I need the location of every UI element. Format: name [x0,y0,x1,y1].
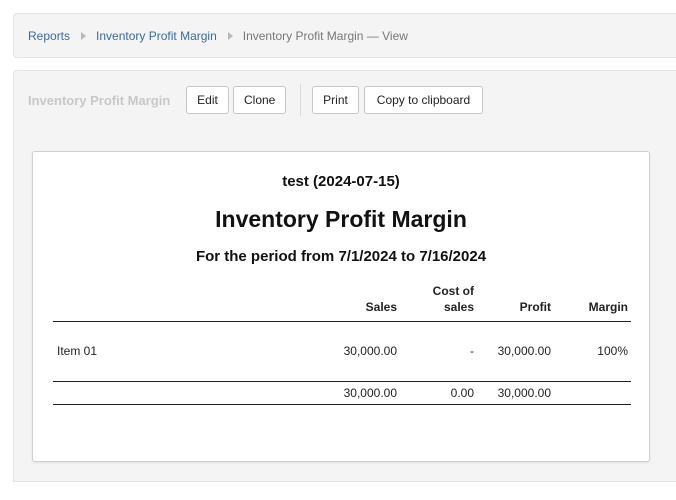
item-margin: 100% [597,344,628,358]
column-header-sales: Sales [365,300,397,314]
report-table: Sales Cost of sales Profit Margin Item 0… [53,282,631,405]
breadcrumb-separator-icon [227,31,233,40]
totals-row: 30,000.00 0.00 30,000.00 [53,382,631,405]
toolbar-divider [300,84,301,116]
total-sales: 30,000.00 [343,386,397,400]
column-header-cost-of-sales: Cost of sales [433,283,474,315]
table-header: Sales Cost of sales Profit Margin [53,282,631,322]
toolbar: Inventory Profit Margin Edit Clone Print… [13,70,676,130]
total-profit: 30,000.00 [497,386,551,400]
copy-to-clipboard-button[interactable]: Copy to clipboard [364,86,483,114]
print-button[interactable]: Print [312,86,359,114]
breadcrumb-separator-icon [81,31,87,40]
item-cost-of-sales: - [470,344,474,358]
report-title: Inventory Profit Margin [215,206,467,232]
column-header-profit: Profit [519,300,551,314]
report-company: test (2024-07-15) [282,173,400,190]
column-header-cost-line2: sales [443,300,474,314]
toolbar-title: Inventory Profit Margin [28,93,171,108]
item-name: Item 01 [57,344,98,358]
breadcrumb-current: Inventory Profit Margin — View [242,28,408,43]
item-profit: 30,000.00 [497,344,551,358]
breadcrumb: Reports Inventory Profit Margin Inventor… [13,13,676,58]
table-row: Item 01 30,000.00 - 30,000.00 100% [53,322,631,382]
edit-button[interactable]: Edit [186,86,229,114]
column-header-margin: Margin [588,300,628,314]
item-sales: 30,000.00 [343,344,397,358]
clone-button[interactable]: Clone [233,86,286,114]
breadcrumb-link-reports[interactable]: Reports [28,29,70,43]
report-period: For the period from 7/1/2024 to 7/16/202… [195,248,487,265]
column-header-cost-line1: Cost of [432,284,474,298]
total-cost-of-sales: 0.00 [450,386,474,400]
breadcrumb-link-inventory-profit-margin[interactable]: Inventory Profit Margin [96,29,217,43]
report-card: test (2024-07-15) Inventory Profit Margi… [32,151,650,462]
